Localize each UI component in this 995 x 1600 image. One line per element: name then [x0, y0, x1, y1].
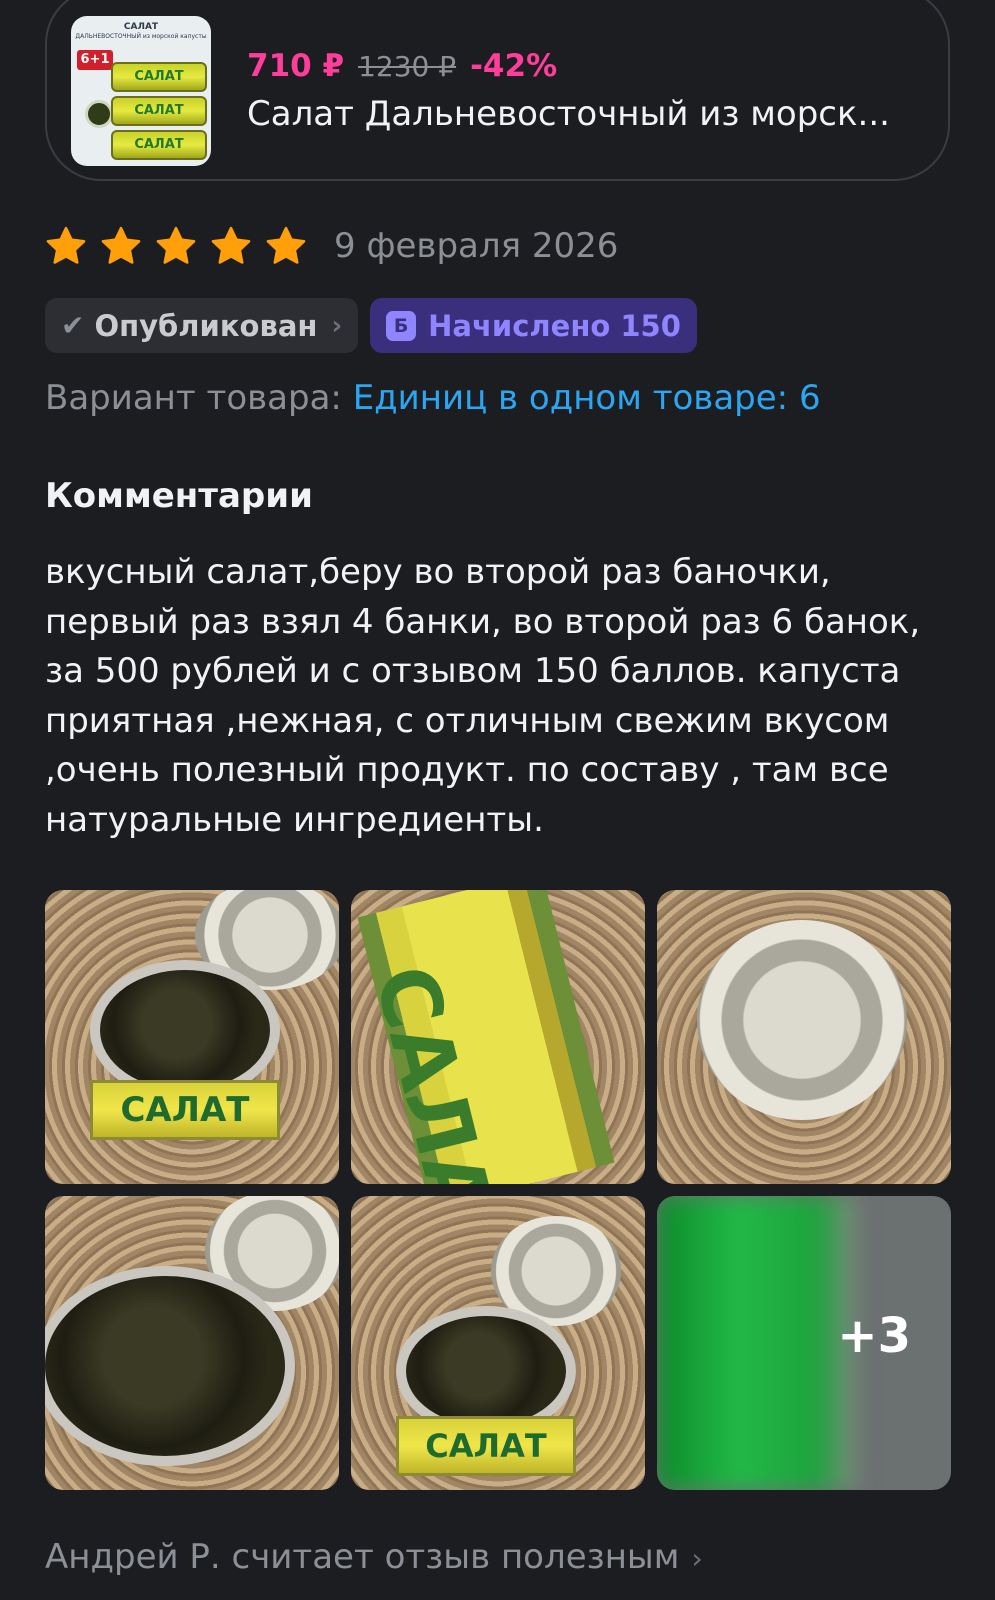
- review-photo-grid: САЛАТ САЛАТ САЛАТ +3: [45, 890, 951, 1490]
- product-thumbnail[interactable]: САЛАТ ДАЛЬНЕВОСТОЧНЫЙ из морской капусты…: [71, 15, 211, 166]
- price-discount: -42%: [470, 47, 558, 84]
- helpful-votes-text: Андрей Р. считает отзыв полезным: [45, 1537, 680, 1577]
- chevron-right-icon: ›: [691, 1542, 703, 1575]
- status-badges: ✔ Опубликован › Б Начислено 150: [45, 298, 697, 353]
- price-old: 1230 ₽: [358, 49, 457, 83]
- more-photos-count: +3: [837, 1308, 911, 1364]
- can-label-band: САЛАТ: [90, 1080, 280, 1140]
- star-icon: [266, 226, 306, 264]
- variant-label: Вариант товара:: [45, 378, 342, 418]
- product-card[interactable]: САЛАТ ДАЛЬНЕВОСТОЧНЫЙ из морской капусты…: [45, 0, 950, 181]
- review-date: 9 февраля 2026: [334, 226, 619, 266]
- product-title[interactable]: Салат Дальневосточный из морск...: [247, 94, 890, 134]
- open-can-image: [90, 960, 280, 1100]
- can-side-image: САЛАТ: [356, 890, 615, 1184]
- rating-row: 9 февраля 2026: [45, 225, 618, 267]
- blurred-photo-preview: [657, 1196, 857, 1490]
- published-status-label: Опубликован: [94, 308, 318, 343]
- price-current: 710 ₽: [247, 47, 345, 84]
- star-icon: [46, 226, 86, 264]
- thumbnail-promo-badge: 6+1: [77, 49, 113, 70]
- comments-heading: Комментарии: [45, 476, 313, 516]
- open-can-image: [45, 1266, 295, 1466]
- can-image: САЛАТ: [111, 129, 207, 160]
- variant-value-link[interactable]: Единиц в одном товаре: 6: [353, 378, 821, 418]
- review-photo[interactable]: САЛАТ: [351, 890, 645, 1184]
- review-photo[interactable]: САЛАТ: [45, 890, 339, 1184]
- helpful-votes-link[interactable]: Андрей Р. считает отзыв полезным ›: [45, 1537, 703, 1577]
- product-variant: Вариант товара: Единиц в одном товаре: 6: [45, 378, 821, 418]
- thumbnail-heading: САЛАТ ДАЛЬНЕВОСТОЧНЫЙ из морской капусты: [75, 21, 207, 40]
- chevron-right-icon: ›: [331, 310, 343, 341]
- review-photo[interactable]: САЛАТ: [351, 1196, 645, 1490]
- seaweed-bowl-image: [85, 99, 113, 128]
- review-photo[interactable]: [45, 1196, 339, 1490]
- review-page: САЛАТ ДАЛЬНЕВОСТОЧНЫЙ из морской капусты…: [0, 0, 995, 1600]
- bonus-label: Начислено 150: [428, 308, 681, 343]
- star-rating: [45, 225, 320, 267]
- check-icon: ✔: [61, 309, 85, 342]
- review-photo[interactable]: [657, 890, 951, 1184]
- can-image: САЛАТ: [111, 61, 207, 92]
- published-status-badge[interactable]: ✔ Опубликован ›: [45, 298, 359, 353]
- star-icon: [101, 226, 141, 264]
- bonus-badge: Б Начислено 150: [370, 298, 697, 353]
- can-label-band: САЛАТ: [396, 1416, 576, 1476]
- can-lid-image: [697, 920, 907, 1120]
- bonus-points-icon: Б: [386, 310, 417, 341]
- more-photos-tile[interactable]: +3: [657, 1196, 951, 1490]
- product-info: 710 ₽ 1230 ₽ -42% Салат Дальневосточный …: [247, 48, 890, 134]
- star-icon: [211, 226, 251, 264]
- review-comment-text: вкусный салат,беру во второй раз баночки…: [45, 552, 921, 840]
- star-icon: [156, 226, 196, 264]
- can-image: САЛАТ: [111, 95, 207, 126]
- price-row: 710 ₽ 1230 ₽ -42%: [247, 48, 890, 84]
